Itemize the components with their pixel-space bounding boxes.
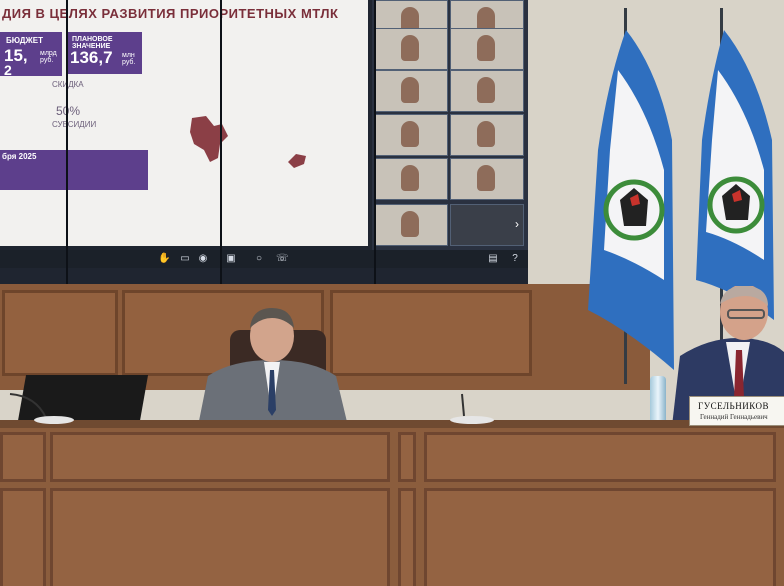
record-icon[interactable]: ○ [254,254,264,264]
nameplate: ГУСЕЛЬНИКОВ Геннадий Геннадьевич [689,396,784,426]
regional-flag-icon [588,30,674,370]
subsidy-value: 50% [56,104,81,118]
microphone-left [9,393,74,424]
regional-flag-icon [696,30,774,320]
plan-unit: млн руб. [122,52,136,66]
wood-panel [330,290,532,376]
display-seam [66,0,68,284]
participant-tile [450,114,524,156]
nameplate-name: Геннадий Геннадьевич [700,413,768,421]
hand-icon[interactable]: ✋ [158,254,170,264]
budget-label: БЮДЖЕТ [6,36,43,45]
hangup-icon[interactable]: ☏ [276,254,289,264]
map-region-small-icon [288,154,306,168]
desk-panel [398,432,416,482]
budget-value-2: 2 [4,62,12,78]
date-label: бря 2025 [2,152,37,161]
desk-panel [50,432,390,482]
participant-tile [450,70,524,112]
participant-tile [374,158,448,200]
display-seam [374,0,376,284]
date-banner: бря 2025 [0,150,148,190]
video-toolbar: ✋ ▭ ◉ ▣ ○ ☏ ▤ ? [0,250,528,268]
microphone-icon[interactable]: ◉ [198,254,208,264]
subsidy-label-2: СУБСИДИИ [52,120,97,129]
conference-room-scene: ДИЯ В ЦЕЛЯХ РАЗВИТИЯ ПРИОРИТЕТНЫХ МТЛК Б… [0,0,784,586]
budget-card: БЮДЖЕТ 15, млрд руб. 2 [0,32,62,78]
plan-value: 136,7 [70,48,113,67]
participant-gallery: › [372,0,528,250]
desk-panel [0,432,46,482]
layout-icon[interactable]: ▤ [488,254,498,264]
wood-panel [2,290,118,376]
desk-panel [0,488,46,586]
screen-icon[interactable]: ▭ [180,254,190,264]
participant-tile [374,28,448,70]
participant-tile: › [450,204,524,246]
participant-tile [450,28,524,70]
video-wall: ДИЯ В ЦЕЛЯХ РАЗВИТИЯ ПРИОРИТЕТНЫХ МТЛК Б… [0,0,528,284]
participant-tile [450,158,524,200]
desk-top [0,420,784,428]
camera-icon[interactable]: ▣ [226,254,236,264]
desk-panel [424,432,776,482]
desk-panel [424,488,776,586]
help-icon[interactable]: ? [510,254,520,264]
slide-title: ДИЯ В ЦЕЛЯХ РАЗВИТИЯ ПРИОРИТЕТНЫХ МТЛК [2,6,339,21]
desk-panel [398,488,416,586]
display-seam [220,0,222,284]
presentation-slide: ДИЯ В ЦЕЛЯХ РАЗВИТИЯ ПРИОРИТЕТНЫХ МТЛК Б… [0,0,368,246]
plan-card: ПЛАНОВОЕ ЗНАЧЕНИЕ 136,7 млн руб. [66,32,142,74]
budget-unit: млрд руб. [40,50,57,64]
water-bottle [650,376,666,422]
next-page-icon[interactable]: › [515,217,519,231]
microphone-center [450,393,494,424]
participant-tile [374,70,448,112]
map-region-icon [190,116,228,162]
nameplate-surname: ГУСЕЛЬНИКОВ [698,401,770,411]
participant-tile [374,204,448,246]
central-speaker [198,308,348,426]
participant-tile [374,114,448,156]
desk-panel [50,488,390,586]
